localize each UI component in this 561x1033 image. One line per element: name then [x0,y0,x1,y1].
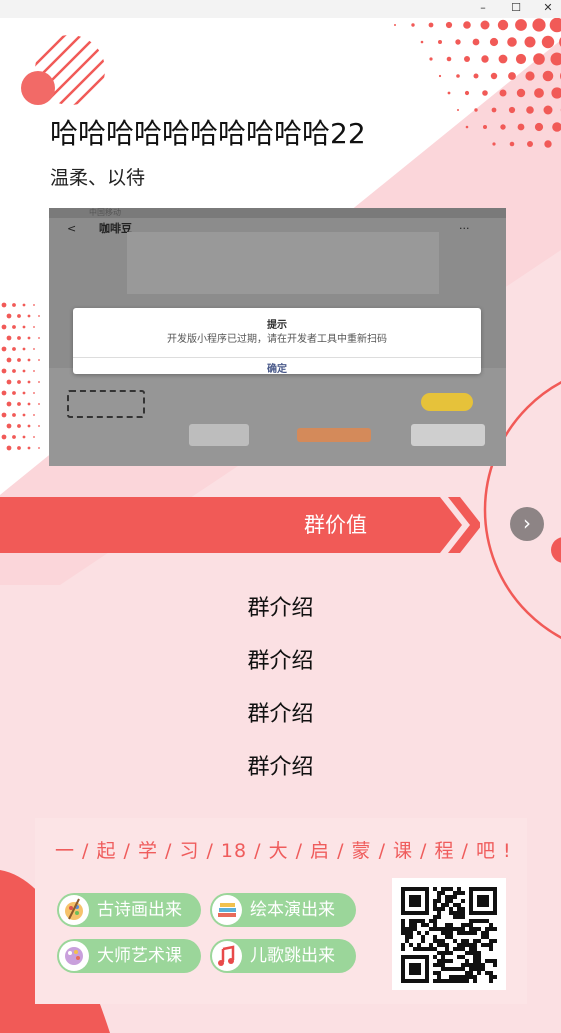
minimize-icon[interactable]: – [470,0,496,18]
course-label: 古诗画出来 [97,900,182,920]
back-icon: < [67,222,77,235]
promo-slogan: 一 / 起 / 学 / 习 / 18 / 大 / 启 / 蒙 / 课 / 程 /… [55,840,512,862]
course-label: 儿歌跳出来 [250,946,335,966]
banner-label: 群价值 [304,513,367,537]
dialog-ok-button: 确定 [73,357,481,375]
palette-icon [59,895,89,925]
books-icon [212,895,242,925]
dialog-title: 提示 [267,320,287,331]
music-note-icon [212,941,242,971]
expired-dialog: 提示 开发版小程序已过期，请在开发者工具中重新扫码 确定 [73,308,481,375]
page-subtitle: 温柔、以待 [50,167,146,189]
sticker-image [421,393,473,411]
section-banner: 群价值 [0,497,480,553]
phone-status-bar: 中国移动 [49,208,506,218]
dialog-message: 开发版小程序已过期，请在开发者工具中重新扫码 [167,334,387,345]
intro-line: 群介绍 [247,596,314,621]
course-label: 绘本演出来 [250,900,335,920]
chat-card [127,232,439,294]
more-icon: ··· [459,222,470,235]
sticker-image [411,424,485,446]
window-titlebar: – ☐ ✕ [0,0,561,18]
close-icon[interactable]: ✕ [535,0,561,18]
chevron-right-icon[interactable]: › [510,507,544,541]
paint-icon [59,941,89,971]
course-promo: 一 / 起 / 学 / 习 / 18 / 大 / 启 / 蒙 / 课 / 程 /… [35,818,527,1004]
maximize-icon[interactable]: ☐ [503,0,529,18]
intro-line: 群介绍 [247,755,314,780]
add-sticker-slot [67,390,145,418]
course-label: 大师艺术课 [97,946,182,966]
sticker-image [189,424,249,446]
qr-code-icon[interactable] [392,878,506,990]
page-title: 哈哈哈哈哈哈哈哈哈哈22 [50,117,366,150]
course-pill-poem[interactable]: 古诗画出来 [57,893,201,927]
intro-line: 群介绍 [247,649,314,674]
course-pill-picturebook[interactable]: 绘本演出来 [210,893,356,927]
group-screenshot: 中国移动 < 咖啡豆 ··· 提示 开发版小程序已过期，请在开发者工具中重新扫码… [49,208,506,466]
course-pill-master-art[interactable]: 大师艺术课 [57,939,201,973]
course-pill-song-dance[interactable]: 儿歌跳出来 [210,939,356,973]
intro-line: 群介绍 [247,702,314,727]
sticker-image [297,428,371,442]
sticker-panel [49,368,506,466]
